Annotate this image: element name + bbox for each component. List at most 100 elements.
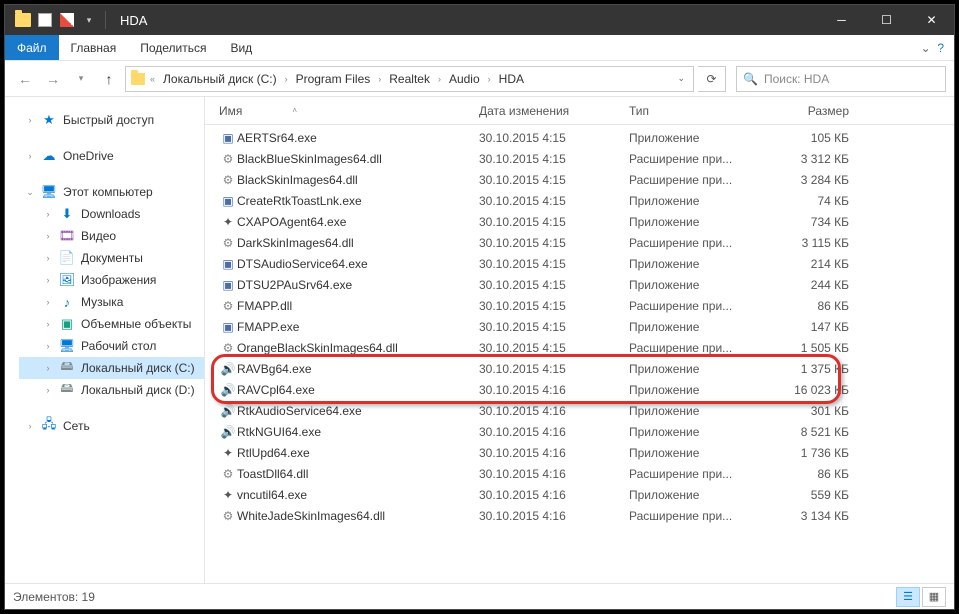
- chevron-right-icon[interactable]: ›: [486, 74, 493, 84]
- 3d-icon: ▣: [59, 316, 75, 332]
- file-name: DTSU2PAuSrv64.exe: [237, 278, 479, 292]
- close-button[interactable]: ✕: [909, 5, 954, 35]
- file-row[interactable]: ✦vncutil64.exe30.10.2015 4:16Приложение5…: [205, 484, 954, 505]
- file-row[interactable]: 🔊RAVCpl64.exe30.10.2015 4:16Приложение16…: [205, 379, 954, 400]
- file-row[interactable]: ⚙BlackBlueSkinImages64.dll30.10.2015 4:1…: [205, 148, 954, 169]
- file-row[interactable]: 🔊RtkNGUI64.exe30.10.2015 4:16Приложение8…: [205, 421, 954, 442]
- sidebar-item-pictures[interactable]: ›🖼Изображения: [19, 269, 204, 291]
- sidebar-item-this-pc[interactable]: ⌄ 🖥 Этот компьютер: [19, 181, 204, 203]
- sidebar-item-documents[interactable]: ›📄Документы: [19, 247, 204, 269]
- body: › ★ Быстрый доступ › ☁ OneDrive ⌄ 🖥 Этот…: [5, 97, 954, 583]
- qat-dropdown-icon[interactable]: ▾: [79, 10, 99, 30]
- file-list[interactable]: ▣AERTSr64.exe30.10.2015 4:15Приложение10…: [205, 125, 954, 583]
- breadcrumb-segment[interactable]: HDA: [493, 67, 530, 91]
- address-dropdown[interactable]: ⌄: [671, 73, 691, 84]
- menu-share[interactable]: Поделиться: [128, 35, 218, 60]
- ribbon-expand-button[interactable]: ⌄ ?: [911, 35, 954, 60]
- file-name: BlackSkinImages64.dll: [237, 173, 479, 187]
- file-name: RtkNGUI64.exe: [237, 425, 479, 439]
- collapse-icon[interactable]: ⌄: [25, 187, 35, 198]
- menu-home[interactable]: Главная: [59, 35, 129, 60]
- sidebar-item-downloads[interactable]: ›⬇Downloads: [19, 203, 204, 225]
- search-input[interactable]: 🔍 Поиск: HDA: [736, 66, 946, 92]
- file-row[interactable]: ⚙OrangeBlackSkinImages64.dll30.10.2015 4…: [205, 337, 954, 358]
- expand-icon[interactable]: ›: [25, 115, 35, 125]
- file-row[interactable]: ▣FMAPP.exe30.10.2015 4:15Приложение147 К…: [205, 316, 954, 337]
- sidebar-item-quick-access[interactable]: › ★ Быстрый доступ: [19, 109, 204, 131]
- minimize-button[interactable]: ─: [819, 5, 864, 35]
- file-type: Приложение: [629, 131, 759, 145]
- titlebar[interactable]: ▾ HDA ─ ☐ ✕: [5, 5, 954, 35]
- recent-dropdown[interactable]: ▾: [69, 67, 93, 91]
- file-row[interactable]: ⚙BlackSkinImages64.dll30.10.2015 4:15Рас…: [205, 169, 954, 190]
- file-row[interactable]: ⚙FMAPP.dll30.10.2015 4:15Расширение при.…: [205, 295, 954, 316]
- file-type: Расширение при...: [629, 341, 759, 355]
- file-type: Приложение: [629, 194, 759, 208]
- file-row[interactable]: ⚙ToastDll64.dll30.10.2015 4:16Расширение…: [205, 463, 954, 484]
- sidebar-item-disk-d[interactable]: ›🖴Локальный диск (D:): [19, 379, 204, 401]
- column-headers[interactable]: Имя˄ Дата изменения Тип Размер: [205, 97, 954, 125]
- breadcrumb-segment[interactable]: Realtek: [383, 67, 436, 91]
- file-row[interactable]: ▣DTSAudioService64.exe30.10.2015 4:15При…: [205, 253, 954, 274]
- file-type-icon: ▣: [219, 319, 237, 335]
- chevron-right-icon[interactable]: «: [148, 74, 157, 84]
- sidebar-item-desktop[interactable]: ›🖥Рабочий стол: [19, 335, 204, 357]
- file-date: 30.10.2015 4:16: [479, 488, 629, 502]
- status-item-count: Элементов: 19: [13, 590, 95, 604]
- file-size: 301 КБ: [759, 404, 849, 418]
- file-type-icon: ⚙: [219, 466, 237, 482]
- file-row[interactable]: ⚙WhiteJadeSkinImages64.dll30.10.2015 4:1…: [205, 505, 954, 526]
- navigation-pane[interactable]: › ★ Быстрый доступ › ☁ OneDrive ⌄ 🖥 Этот…: [5, 97, 205, 583]
- navigation-bar: ← → ▾ ↑ « Локальный диск (C:) › Program …: [5, 61, 954, 97]
- file-row[interactable]: ▣AERTSr64.exe30.10.2015 4:15Приложение10…: [205, 127, 954, 148]
- column-date[interactable]: Дата изменения: [479, 104, 629, 118]
- menu-file[interactable]: Файл: [5, 35, 59, 60]
- back-button[interactable]: ←: [13, 67, 37, 91]
- column-name[interactable]: Имя˄: [219, 104, 479, 118]
- breadcrumb-segment[interactable]: Program Files: [290, 67, 377, 91]
- column-type[interactable]: Тип: [629, 104, 759, 118]
- maximize-button[interactable]: ☐: [864, 5, 909, 35]
- file-name: WhiteJadeSkinImages64.dll: [237, 509, 479, 523]
- refresh-button[interactable]: ⟳: [698, 66, 726, 92]
- sidebar-item-disk-c[interactable]: ›🖴Локальный диск (C:): [19, 357, 204, 379]
- qat-new-icon[interactable]: [57, 10, 77, 30]
- file-type: Приложение: [629, 404, 759, 418]
- file-type-icon: ✦: [219, 445, 237, 461]
- qat-properties-icon[interactable]: [35, 10, 55, 30]
- file-row[interactable]: ▣DTSU2PAuSrv64.exe30.10.2015 4:15Приложе…: [205, 274, 954, 295]
- file-date: 30.10.2015 4:15: [479, 131, 629, 145]
- file-row[interactable]: 🔊RtkAudioService64.exe30.10.2015 4:16При…: [205, 400, 954, 421]
- sidebar-item-network[interactable]: › 🖧 Сеть: [19, 415, 204, 437]
- chevron-right-icon[interactable]: ›: [376, 74, 383, 84]
- file-row[interactable]: ✦CXAPOAgent64.exe30.10.2015 4:15Приложен…: [205, 211, 954, 232]
- breadcrumb-segment[interactable]: Локальный диск (C:): [157, 67, 283, 91]
- view-details-button[interactable]: ☰: [896, 587, 920, 607]
- column-size[interactable]: Размер: [759, 104, 849, 118]
- file-size: 8 521 КБ: [759, 425, 849, 439]
- breadcrumb-segment[interactable]: Audio: [443, 67, 486, 91]
- address-bar[interactable]: « Локальный диск (C:) › Program Files › …: [125, 66, 694, 92]
- expand-icon[interactable]: ›: [25, 421, 35, 431]
- chevron-right-icon[interactable]: ›: [436, 74, 443, 84]
- file-name: FMAPP.dll: [237, 299, 479, 313]
- file-type: Приложение: [629, 215, 759, 229]
- up-button[interactable]: ↑: [97, 67, 121, 91]
- chevron-right-icon[interactable]: ›: [283, 74, 290, 84]
- sidebar-item-music[interactable]: ›♪Музыка: [19, 291, 204, 313]
- video-icon: 🎞: [59, 228, 75, 244]
- sidebar-item-onedrive[interactable]: › ☁ OneDrive: [19, 145, 204, 167]
- forward-button[interactable]: →: [41, 67, 65, 91]
- expand-icon[interactable]: ›: [25, 151, 35, 161]
- sidebar-item-3d-objects[interactable]: ›▣Объемные объекты: [19, 313, 204, 335]
- menu-view[interactable]: Вид: [218, 35, 264, 60]
- file-row[interactable]: ✦RtlUpd64.exe30.10.2015 4:16Приложение1 …: [205, 442, 954, 463]
- file-row[interactable]: ▣CreateRtkToastLnk.exe30.10.2015 4:15При…: [205, 190, 954, 211]
- sidebar-item-video[interactable]: ›🎞Видео: [19, 225, 204, 247]
- file-row[interactable]: ⚙DarkSkinImages64.dll30.10.2015 4:15Расш…: [205, 232, 954, 253]
- cloud-icon: ☁: [41, 148, 57, 164]
- file-row[interactable]: 🔊RAVBg64.exe30.10.2015 4:15Приложение1 3…: [205, 358, 954, 379]
- help-icon[interactable]: ?: [937, 41, 944, 55]
- view-icons-button[interactable]: ▦: [922, 587, 946, 607]
- file-size: 1 375 КБ: [759, 362, 849, 376]
